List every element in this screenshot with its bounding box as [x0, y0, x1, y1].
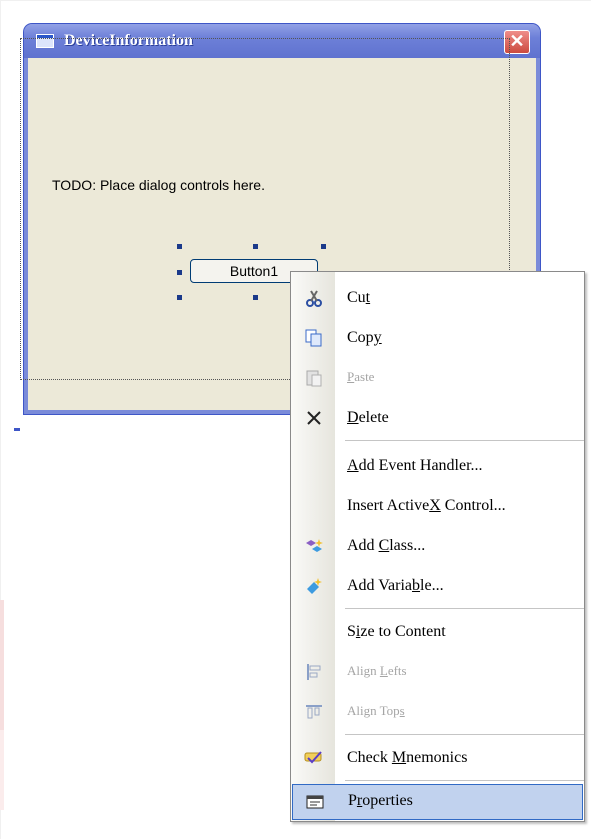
menu-item-add-variable[interactable]: Add Variable...: [292, 570, 583, 602]
add-class-icon: [304, 536, 324, 556]
properties-icon: [305, 792, 325, 812]
menu-item-label: Align Tops: [347, 703, 405, 718]
menu-separator: [345, 608, 584, 609]
menu-item-label: Check Mnemonics: [347, 749, 468, 766]
menu-item-label: Properties: [348, 792, 413, 809]
align-tops-icon: [304, 702, 324, 722]
add-variable-icon: [304, 576, 324, 596]
menu-item-insert-activex-control[interactable]: Insert ActiveX Control...: [292, 490, 583, 522]
copy-icon: [304, 328, 324, 348]
menu-separator: [345, 734, 584, 735]
todo-label[interactable]: TODO: Place dialog controls here.: [52, 177, 265, 193]
menu-item-add-event-handler[interactable]: Add Event Handler...: [292, 450, 583, 482]
context-menu: Cut Copy Paste Delete Add Event Handler.…: [290, 271, 585, 822]
scissors-icon: [304, 288, 324, 308]
menu-item-add-class[interactable]: Add Class...: [292, 530, 583, 562]
close-icon: ✕: [509, 31, 525, 51]
paste-icon: [304, 368, 324, 388]
background-logo-fragment: [0, 600, 4, 730]
menu-item-label: Paste: [347, 369, 375, 384]
menu-separator: [345, 440, 584, 441]
menu-item-copy[interactable]: Copy: [292, 322, 583, 354]
menu-item-label: Cut: [347, 289, 371, 306]
menu-item-label: Size to Content: [347, 623, 446, 640]
menu-item-delete[interactable]: Delete: [292, 402, 583, 434]
delete-x-icon: [304, 408, 324, 428]
menu-item-align-tops[interactable]: Align Tops: [292, 696, 583, 728]
menu-item-size-to-content[interactable]: Size to Content: [292, 616, 583, 648]
align-lefts-icon: [304, 662, 324, 682]
menu-item-paste[interactable]: Paste: [292, 362, 583, 394]
selection-handle[interactable]: [253, 295, 258, 300]
menu-item-label: Align Lefts: [347, 663, 407, 678]
menu-item-label: Copy: [347, 329, 382, 346]
menu-item-align-lefts[interactable]: Align Lefts: [292, 656, 583, 688]
menu-item-label: Add Event Handler...: [347, 457, 483, 474]
menu-item-properties[interactable]: Properties: [292, 784, 583, 820]
resize-anchor[interactable]: [14, 428, 20, 431]
menu-item-label: Delete: [347, 409, 389, 426]
check-mnemonics-icon: [304, 748, 324, 768]
selection-handle[interactable]: [321, 244, 326, 249]
selection-handle[interactable]: [253, 244, 258, 249]
selection-handle[interactable]: [177, 295, 182, 300]
menu-item-check-mnemonics[interactable]: Check Mnemonics: [292, 742, 583, 774]
background-logo-fragment: [0, 730, 4, 810]
selection-handle[interactable]: [177, 270, 182, 275]
selection-handle[interactable]: [177, 244, 182, 249]
menu-separator: [345, 780, 584, 781]
menu-item-label: Add Variable...: [347, 577, 444, 594]
menu-item-label: Add Class...: [347, 537, 426, 554]
menu-item-label: Insert ActiveX Control...: [347, 497, 506, 514]
menu-item-cut[interactable]: Cut: [292, 282, 583, 314]
